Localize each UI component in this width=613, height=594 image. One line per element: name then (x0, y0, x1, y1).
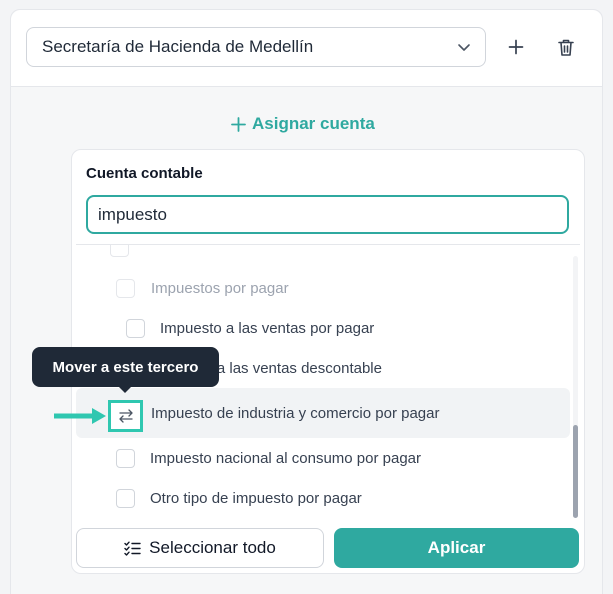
account-option-hovered[interactable]: Impuesto de industria y comercio por pag… (76, 388, 570, 438)
move-tooltip-text: Mover a este tercero (52, 358, 199, 376)
account-field-label: Cuenta contable (86, 165, 203, 182)
plus-icon (231, 116, 246, 132)
select-all-label: Seleccionar todo (149, 538, 276, 557)
account-checkbox[interactable] (116, 448, 135, 468)
third-party-select-value: Secretaría de Hacienda de Medellín (42, 37, 314, 56)
add-third-party-button[interactable] (504, 35, 528, 59)
move-tooltip: Mover a este tercero (32, 347, 219, 387)
checklist-icon (124, 541, 141, 556)
account-checkbox[interactable] (126, 318, 145, 338)
apply-label: Aplicar (427, 538, 486, 557)
apply-button[interactable]: Aplicar (334, 528, 579, 568)
third-party-select[interactable]: Secretaría de Hacienda de Medellín (26, 27, 486, 67)
account-option-label: Otro tipo de impuesto por pagar (150, 489, 362, 507)
account-option[interactable]: Impuesto a las ventas por pagar (76, 308, 570, 348)
select-all-button[interactable]: Seleccionar todo (76, 528, 324, 568)
account-option-label: Impuesto de industria y comercio por pag… (151, 404, 440, 422)
delete-third-party-button[interactable] (554, 35, 578, 59)
account-checkbox[interactable] (116, 278, 135, 298)
assign-account-button[interactable]: Asignar cuenta (231, 112, 375, 136)
move-to-third-party-button[interactable] (108, 400, 143, 432)
account-option[interactable] (76, 245, 570, 267)
plus-icon (508, 39, 524, 55)
account-list-scrollbar-thumb[interactable] (573, 425, 578, 518)
chevron-down-icon (458, 44, 470, 51)
swap-arrows-icon (118, 409, 133, 423)
trash-icon (558, 39, 574, 56)
account-option-label: Impuestos por pagar (151, 279, 289, 297)
account-search-input[interactable] (86, 195, 569, 234)
account-option[interactable]: Impuesto nacional al consumo por pagar (76, 438, 570, 478)
account-option[interactable]: Impuestos por pagar (76, 268, 570, 308)
annotation-arrow-icon (54, 408, 106, 424)
account-checkbox[interactable] (110, 245, 129, 257)
account-option[interactable]: Otro tipo de impuesto por pagar (76, 478, 570, 518)
account-option-label: Impuesto nacional al consumo por pagar (150, 449, 421, 467)
account-checkbox[interactable] (116, 488, 135, 508)
tooltip-pointer (118, 386, 132, 393)
account-option-label: Impuesto a las ventas por pagar (160, 319, 375, 337)
assign-account-label: Asignar cuenta (252, 114, 375, 133)
